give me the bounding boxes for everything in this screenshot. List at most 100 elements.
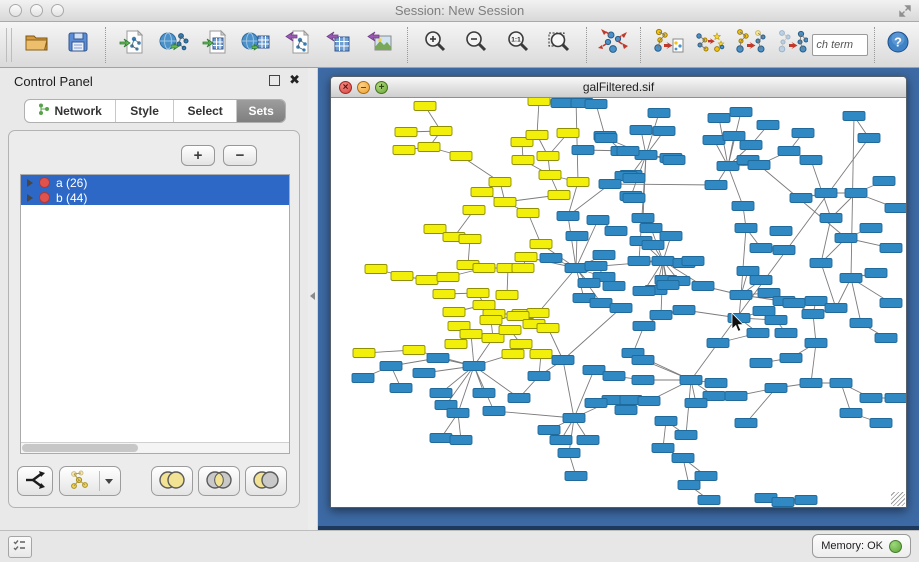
expand-arrow-icon[interactable] (27, 179, 33, 187)
zoom-out-icon (463, 29, 489, 60)
import-table-file-button[interactable] (194, 25, 235, 65)
network-canvas[interactable] (331, 98, 906, 507)
set-label: b (44) (56, 191, 87, 205)
fullscreen-icon[interactable] (897, 3, 913, 19)
expand-arrow-icon[interactable] (27, 194, 33, 202)
app-title: Session: New Session (0, 3, 919, 18)
zoom-in-button[interactable] (414, 25, 455, 65)
split-icon (23, 470, 47, 493)
select-by-style-icon (693, 27, 725, 62)
remove-set-button[interactable]: − (223, 145, 257, 166)
network-window-controls: × – + (339, 81, 388, 94)
task-history-button[interactable] (8, 536, 32, 558)
apply-layout-icon (597, 27, 629, 62)
create-set-from-network-button[interactable] (59, 466, 121, 496)
export-image-icon (366, 29, 394, 60)
add-set-button[interactable]: + (181, 145, 215, 166)
status-bar: Memory: OK (0, 530, 919, 562)
difference-sets-button[interactable] (245, 466, 287, 496)
close-window-button[interactable] (9, 4, 22, 17)
zoom-selected-icon (546, 29, 572, 60)
sets-panel: + − a (26) b (44) (8, 130, 300, 508)
search-input[interactable] (812, 34, 868, 56)
minimize-window-button[interactable] (30, 4, 43, 17)
hide-selected-button[interactable] (771, 25, 812, 65)
zoom-window-button[interactable] (51, 4, 64, 17)
tab-sets[interactable]: Sets (237, 100, 285, 122)
network-view-window[interactable]: × – + galFiltered.sif (330, 76, 907, 508)
control-panel-tabbar: Network Style Select Sets (24, 99, 286, 123)
control-panel-header: Control Panel ✖ (0, 68, 308, 94)
open-folder-icon (23, 30, 51, 59)
export-network-icon (284, 29, 312, 60)
scrollbar-thumb[interactable] (22, 444, 138, 452)
import-table-file-icon (201, 29, 229, 60)
tab-style-label: Style (130, 104, 159, 118)
panel-splitter[interactable] (308, 68, 318, 530)
set-row-b[interactable]: b (44) (21, 190, 289, 205)
first-neighbors-button[interactable] (730, 25, 771, 65)
export-network-button[interactable] (277, 25, 318, 65)
new-network-from-selection-icon (652, 27, 684, 62)
save-floppy-icon (66, 30, 90, 59)
tab-style[interactable]: Style (116, 100, 174, 122)
application-window: Session: New Session (0, 0, 919, 562)
titlebar[interactable]: Session: New Session (0, 0, 919, 22)
new-network-from-selection-button[interactable] (647, 25, 688, 65)
tab-select-label: Select (187, 104, 222, 118)
zoom-out-button[interactable] (456, 25, 497, 65)
toolbar-separator (640, 27, 641, 63)
horizontal-scrollbar[interactable] (21, 442, 289, 453)
save-session-button[interactable] (57, 25, 98, 65)
import-network-web-button[interactable] (153, 25, 194, 65)
export-image-button[interactable] (360, 25, 401, 65)
close-panel-icon[interactable]: ✖ (289, 72, 300, 88)
toolbar-separator (874, 27, 875, 63)
split-set-button[interactable] (17, 466, 53, 496)
set-color-dot (39, 177, 50, 188)
close-view-button[interactable]: × (339, 81, 352, 94)
float-panel-icon[interactable] (269, 75, 280, 86)
tab-network-label: Network (54, 104, 101, 118)
intersection-sets-button[interactable] (198, 466, 240, 496)
control-panel-title: Control Panel (14, 74, 93, 89)
zoom-actual-size-icon: 1:1 (505, 29, 531, 60)
set-row-a[interactable]: a (26) (21, 175, 289, 190)
network-window-titlebar[interactable]: × – + galFiltered.sif (331, 77, 906, 98)
select-by-style-button[interactable] (688, 25, 729, 65)
apply-layout-button[interactable] (593, 25, 634, 65)
toolbar-separator (407, 27, 408, 63)
tab-network[interactable]: Network (25, 100, 116, 122)
collapse-panel-icon[interactable] (310, 292, 315, 300)
network-window-title: galFiltered.sif (583, 80, 654, 94)
set-color-dot (39, 192, 50, 203)
union-sets-button[interactable] (151, 466, 193, 496)
set-label: a (26) (56, 176, 87, 190)
network-desktop: × – + galFiltered.sif (318, 68, 919, 530)
import-network-file-button[interactable] (112, 25, 153, 65)
import-network-file-icon (118, 29, 146, 60)
window-resize-grip[interactable] (891, 492, 905, 506)
minimize-view-button[interactable]: – (357, 81, 370, 94)
yellow-network-icon (68, 469, 94, 494)
toolbar-drag-handle[interactable] (6, 28, 12, 62)
maximize-view-button[interactable]: + (375, 81, 388, 94)
tab-sets-label: Sets (249, 104, 274, 118)
open-session-button[interactable] (16, 25, 57, 65)
export-table-button[interactable] (318, 25, 359, 65)
zoom-actual-size-button[interactable]: 1:1 (497, 25, 538, 65)
intersection-icon (204, 469, 234, 494)
memory-status-button[interactable]: Memory: OK (812, 534, 911, 558)
chevron-down-icon[interactable] (105, 479, 113, 484)
help-button[interactable]: ? (881, 25, 914, 65)
network-graph[interactable] (331, 98, 906, 507)
network-tab-icon (38, 103, 50, 119)
checklist-icon (13, 538, 27, 557)
tab-select[interactable]: Select (174, 100, 238, 122)
sets-list[interactable]: a (26) b (44) (20, 174, 290, 454)
import-table-web-button[interactable] (236, 25, 277, 65)
main-toolbar: 1:1 (0, 22, 919, 68)
svg-text:1:1: 1:1 (511, 37, 521, 44)
zoom-selected-button[interactable] (538, 25, 579, 65)
svg-text:?: ? (894, 35, 902, 50)
